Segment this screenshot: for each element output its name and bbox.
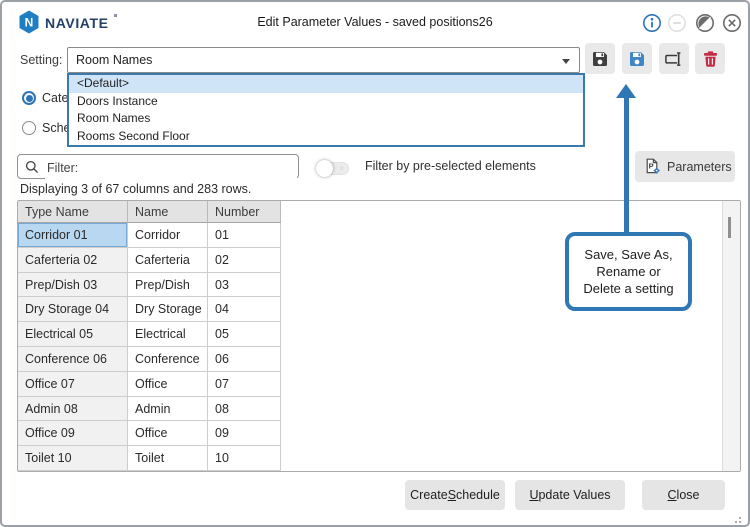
table-row: Office 09 Office 09 <box>18 421 281 446</box>
grid-cell[interactable]: Admin <box>128 397 208 422</box>
table-row: Corridor 01 Corridor 01 <box>18 223 281 248</box>
info-icon[interactable] <box>642 13 662 33</box>
grid-cell[interactable]: Electrical <box>128 322 208 347</box>
grid-cell[interactable]: 09 <box>208 421 281 446</box>
close-icon[interactable] <box>722 13 742 33</box>
radio-selected-icon <box>22 91 36 105</box>
contrast-icon[interactable] <box>695 13 715 33</box>
chevron-down-icon <box>562 59 570 64</box>
table-row: Caferteria 02 Caferteria 02 <box>18 248 281 273</box>
grid-cell[interactable]: Caferteria 02 <box>18 248 128 273</box>
column-header-name[interactable]: Name <box>128 201 208 223</box>
button-label-part: Create <box>410 488 448 502</box>
search-icon <box>25 160 39 174</box>
delete-button[interactable] <box>695 43 725 74</box>
grid-cell[interactable]: Conference <box>128 347 208 372</box>
dialog-window: N NAVIATE Edit Parameter Values - saved … <box>0 0 750 527</box>
table-row: Electrical 05 Electrical 05 <box>18 322 281 347</box>
grid-cell[interactable]: Office 09 <box>18 421 128 446</box>
table-row: Conference 06 Conference 06 <box>18 347 281 372</box>
grid-cell[interactable]: 02 <box>208 248 281 273</box>
setting-combobox-value: Room Names <box>76 53 152 67</box>
grid-cell[interactable]: Prep/Dish 03 <box>18 273 128 298</box>
grid-cell[interactable]: Prep/Dish <box>128 273 208 298</box>
grid-cell[interactable]: 08 <box>208 397 281 422</box>
grid-cell[interactable]: Office <box>128 372 208 397</box>
parameters-button-label: Parameters <box>667 160 732 174</box>
grid-cell[interactable]: Toilet <box>128 446 208 471</box>
grid-cell[interactable]: 04 <box>208 297 281 322</box>
save-icon <box>592 51 608 67</box>
button-label-part: chedule <box>456 488 500 502</box>
setting-dropdown-list: <Default> Doors Instance Room Names Room… <box>67 73 585 147</box>
scrollbar-thumb[interactable] <box>728 217 731 238</box>
rename-icon <box>665 51 684 67</box>
window-title: Edit Parameter Values - saved positions2… <box>2 15 748 29</box>
status-text: Displaying 3 of 67 columns and 283 rows. <box>20 182 251 196</box>
delete-trash-icon <box>703 51 718 67</box>
button-label-part: pdate Values <box>538 488 610 502</box>
grid-cell[interactable]: Office <box>128 421 208 446</box>
grid-cell[interactable]: 05 <box>208 322 281 347</box>
column-header-number[interactable]: Number <box>208 201 281 223</box>
table-row: Office 07 Office 07 <box>18 372 281 397</box>
radio-unselected-icon <box>22 121 36 135</box>
column-header-type-name[interactable]: Type Name <box>18 201 128 223</box>
grid-cell[interactable]: Dry Storage <box>128 297 208 322</box>
grid-cell[interactable]: 06 <box>208 347 281 372</box>
create-schedule-button[interactable]: Create Schedule <box>405 480 505 510</box>
button-label-part: lose <box>677 488 700 502</box>
button-accesskey: U <box>529 488 538 502</box>
toggle-knob <box>316 160 333 177</box>
update-values-button[interactable]: Update Values <box>515 480 625 510</box>
close-button[interactable]: Close <box>642 480 725 510</box>
preselected-filter-toggle[interactable]: × <box>317 162 349 175</box>
table-row: Toilet 10 Toilet 10 <box>18 446 281 471</box>
svg-text:P: P <box>649 162 654 171</box>
table-row: Admin 08 Admin 08 <box>18 397 281 422</box>
vertical-scrollbar[interactable] <box>722 201 740 471</box>
filter-field <box>17 154 299 179</box>
grid-cell[interactable]: 03 <box>208 273 281 298</box>
resize-grip[interactable] <box>739 517 741 519</box>
grid-cell[interactable]: Admin 08 <box>18 397 128 422</box>
parameter-file-gear-icon: P <box>644 158 661 175</box>
table-row: Dry Storage 04 Dry Storage 04 <box>18 297 281 322</box>
setting-combobox[interactable]: Room Names <box>67 47 580 73</box>
grid-cell-selected[interactable]: Corridor 01 <box>18 223 128 248</box>
annotation-line: Delete a setting <box>583 280 673 297</box>
grid-cell[interactable]: Office 07 <box>18 372 128 397</box>
button-accesskey: S <box>448 488 456 502</box>
dropdown-option-doors-instance[interactable]: Doors Instance <box>69 93 583 111</box>
grid-cell[interactable]: 10 <box>208 446 281 471</box>
annotation-arrow-head-icon <box>616 84 636 98</box>
toggle-off-x-icon: × <box>339 164 344 173</box>
save-as-button[interactable] <box>622 43 652 74</box>
button-accesskey: C <box>668 488 677 502</box>
grid-cell[interactable]: Electrical 05 <box>18 322 128 347</box>
setting-label: Setting: <box>20 53 62 67</box>
filter-input[interactable] <box>45 156 297 179</box>
save-button[interactable] <box>585 43 615 74</box>
grid-cell[interactable]: Conference 06 <box>18 347 128 372</box>
grid-cell[interactable]: 01 <box>208 223 281 248</box>
dropdown-option-default[interactable]: <Default> <box>69 75 583 93</box>
rename-button[interactable] <box>659 43 689 74</box>
minimize-icon[interactable] <box>667 13 687 33</box>
grid-cell[interactable]: Toilet 10 <box>18 446 128 471</box>
grid-cell[interactable]: Dry Storage 04 <box>18 297 128 322</box>
annotation-callout: Save, Save As, Rename or Delete a settin… <box>565 232 692 311</box>
table-row: Prep/Dish 03 Prep/Dish 03 <box>18 273 281 298</box>
annotation-line: Save, Save As, <box>584 246 672 263</box>
grid-cell[interactable]: Caferteria <box>128 248 208 273</box>
annotation-arrow-line <box>624 96 629 233</box>
grid-cell[interactable]: Corridor <box>128 223 208 248</box>
dropdown-option-rooms-second-floor[interactable]: Rooms Second Floor <box>69 128 583 146</box>
toggle-label: Filter by pre-selected elements <box>365 159 536 173</box>
dropdown-option-room-names[interactable]: Room Names <box>69 110 583 128</box>
parameters-button[interactable]: P Parameters <box>635 151 735 182</box>
grid-cell[interactable]: 07 <box>208 372 281 397</box>
save-as-icon <box>629 51 645 67</box>
annotation-line: Rename or <box>596 263 660 280</box>
